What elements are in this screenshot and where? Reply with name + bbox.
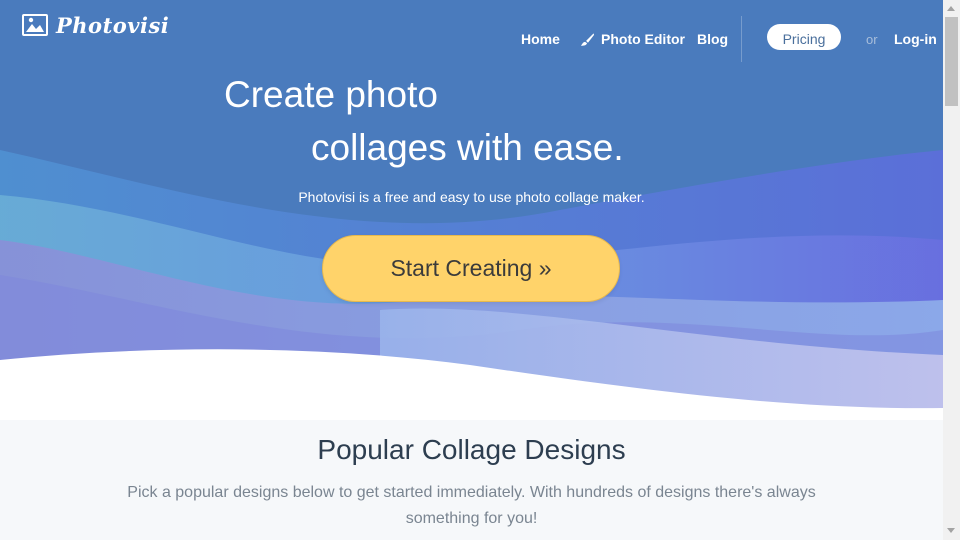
nav-blog-link[interactable]: Blog bbox=[697, 31, 728, 47]
page: Photovisi Home Photo Editor Blog Pricing… bbox=[0, 0, 943, 540]
hero-title-line1: Create photo bbox=[224, 74, 438, 115]
hero-section: Photovisi Home Photo Editor Blog Pricing… bbox=[0, 0, 943, 420]
scrollbar-thumb[interactable] bbox=[945, 17, 958, 106]
nav-photo-editor-link[interactable]: Photo Editor bbox=[580, 31, 685, 47]
nav-photo-editor-label: Photo Editor bbox=[601, 31, 685, 47]
nav-login-link[interactable]: Log-in bbox=[894, 31, 937, 47]
start-creating-button[interactable]: Start Creating » bbox=[322, 235, 620, 302]
nav-or-text: or bbox=[866, 32, 878, 47]
popular-designs-section: Popular Collage Designs Pick a popular d… bbox=[0, 420, 943, 540]
section-title: Popular Collage Designs bbox=[317, 434, 626, 465]
nav-home-link[interactable]: Home bbox=[521, 31, 560, 47]
brand-logo[interactable]: Photovisi bbox=[22, 12, 169, 38]
top-navbar: Photovisi Home Photo Editor Blog Pricing… bbox=[0, 0, 943, 80]
brand-name: Photovisi bbox=[56, 12, 170, 38]
scroll-up-arrow-icon[interactable] bbox=[947, 6, 955, 11]
section-description: Pick a popular designs below to get star… bbox=[127, 484, 816, 527]
vertical-scrollbar[interactable] bbox=[943, 0, 960, 540]
hero-subtitle: Photovisi is a free and easy to use phot… bbox=[298, 189, 645, 205]
nav-divider bbox=[741, 16, 742, 62]
scroll-down-arrow-icon[interactable] bbox=[947, 528, 955, 533]
photo-frame-icon bbox=[22, 14, 48, 36]
hero-title-line2: collages with ease. bbox=[311, 127, 624, 168]
brush-icon bbox=[580, 32, 595, 46]
pricing-button[interactable]: Pricing bbox=[767, 24, 841, 50]
